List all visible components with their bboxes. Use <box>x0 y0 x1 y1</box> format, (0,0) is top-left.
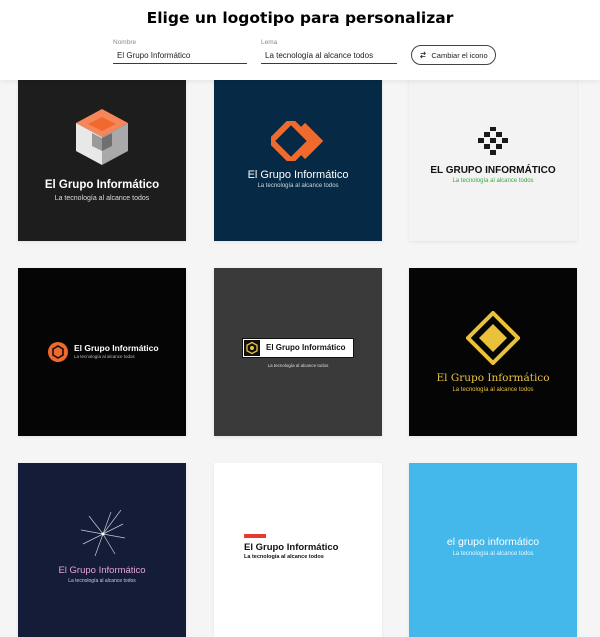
logo-slogan-1: La tecnología al alcance todos <box>54 195 150 202</box>
logo-slogan-6: La tecnología al alcance todos <box>452 387 534 393</box>
logo-card-3[interactable]: EL GRUPO INFORMÁTICO La tecnología al al… <box>409 79 577 241</box>
logo-name-9: el grupo informático <box>446 536 540 548</box>
isometric-cube-icon <box>76 109 128 165</box>
name-field: Nombre <box>113 39 247 64</box>
logo-slogan-5: La tecnología al alcance todos <box>267 363 329 368</box>
logo-card-1[interactable]: El Grupo Informático La tecnología al al… <box>18 79 186 241</box>
logo-slogan-8: La tecnología al alcance todos <box>244 554 324 560</box>
logo-name-5: El Grupo Informático <box>266 343 346 352</box>
starburst-icon <box>81 510 125 557</box>
logo-card-7[interactable]: El Grupo Informático La tecnología al al… <box>18 463 186 637</box>
logo-slogan-7: La tecnología al alcance todos <box>68 578 136 584</box>
nested-diamond-icon <box>466 311 520 365</box>
logo-card-2[interactable]: El Grupo Informático La tecnología al al… <box>214 79 382 241</box>
logo-card-5[interactable]: El Grupo Informático La tecnología al al… <box>214 268 382 436</box>
name-input[interactable] <box>113 48 247 64</box>
page-title: Elige un logotipo para personalizar <box>146 9 454 27</box>
chevron-diamond-icon <box>271 121 324 161</box>
header-bar: Elige un logotipo para personalizar Nomb… <box>0 0 600 80</box>
pixel-diamond-icon <box>478 127 508 155</box>
logo-name-8: El Grupo Informático <box>244 542 339 553</box>
logo-slogan-9: La tecnología al alcance todos <box>452 551 534 557</box>
logo-name-4: El Grupo Informático <box>74 343 159 353</box>
change-icon-button[interactable]: Cambiar el icono <box>411 45 496 65</box>
change-icon-label: Cambiar el icono <box>431 50 488 60</box>
logo-name-1: El Grupo Informático <box>44 179 160 191</box>
logo-name-7: El Grupo Informático <box>58 565 146 576</box>
slogan-field: Lema <box>261 39 397 64</box>
hexagon-emblem-icon <box>48 342 68 362</box>
logo-slogan-4: La tecnología al alcance todos <box>74 354 135 359</box>
slogan-label: Lema <box>261 39 278 46</box>
hexagon-emblem-icon <box>244 340 260 356</box>
logo-card-4[interactable]: El Grupo Informático La tecnología al al… <box>18 268 186 436</box>
logo-card-9[interactable]: el grupo informático La tecnología al al… <box>409 463 577 637</box>
logo-name-3: EL GRUPO INFORMÁTICO <box>430 165 556 176</box>
logo-slogan-3: La tecnología al alcance todos <box>452 178 534 184</box>
logo-name-6: El Grupo Informático <box>436 372 550 384</box>
name-label: Nombre <box>113 39 137 46</box>
logo-card-8[interactable]: El Grupo Informático La tecnología al al… <box>214 463 382 637</box>
logo-slogan-2: La tecnología al alcance todos <box>257 183 339 189</box>
swap-icon <box>420 51 427 59</box>
red-bar-icon <box>244 534 266 538</box>
logo-card-6[interactable]: El Grupo Informático La tecnología al al… <box>409 268 577 436</box>
logo-name-2: El Grupo Informático <box>247 169 349 181</box>
slogan-input[interactable] <box>261 48 397 64</box>
